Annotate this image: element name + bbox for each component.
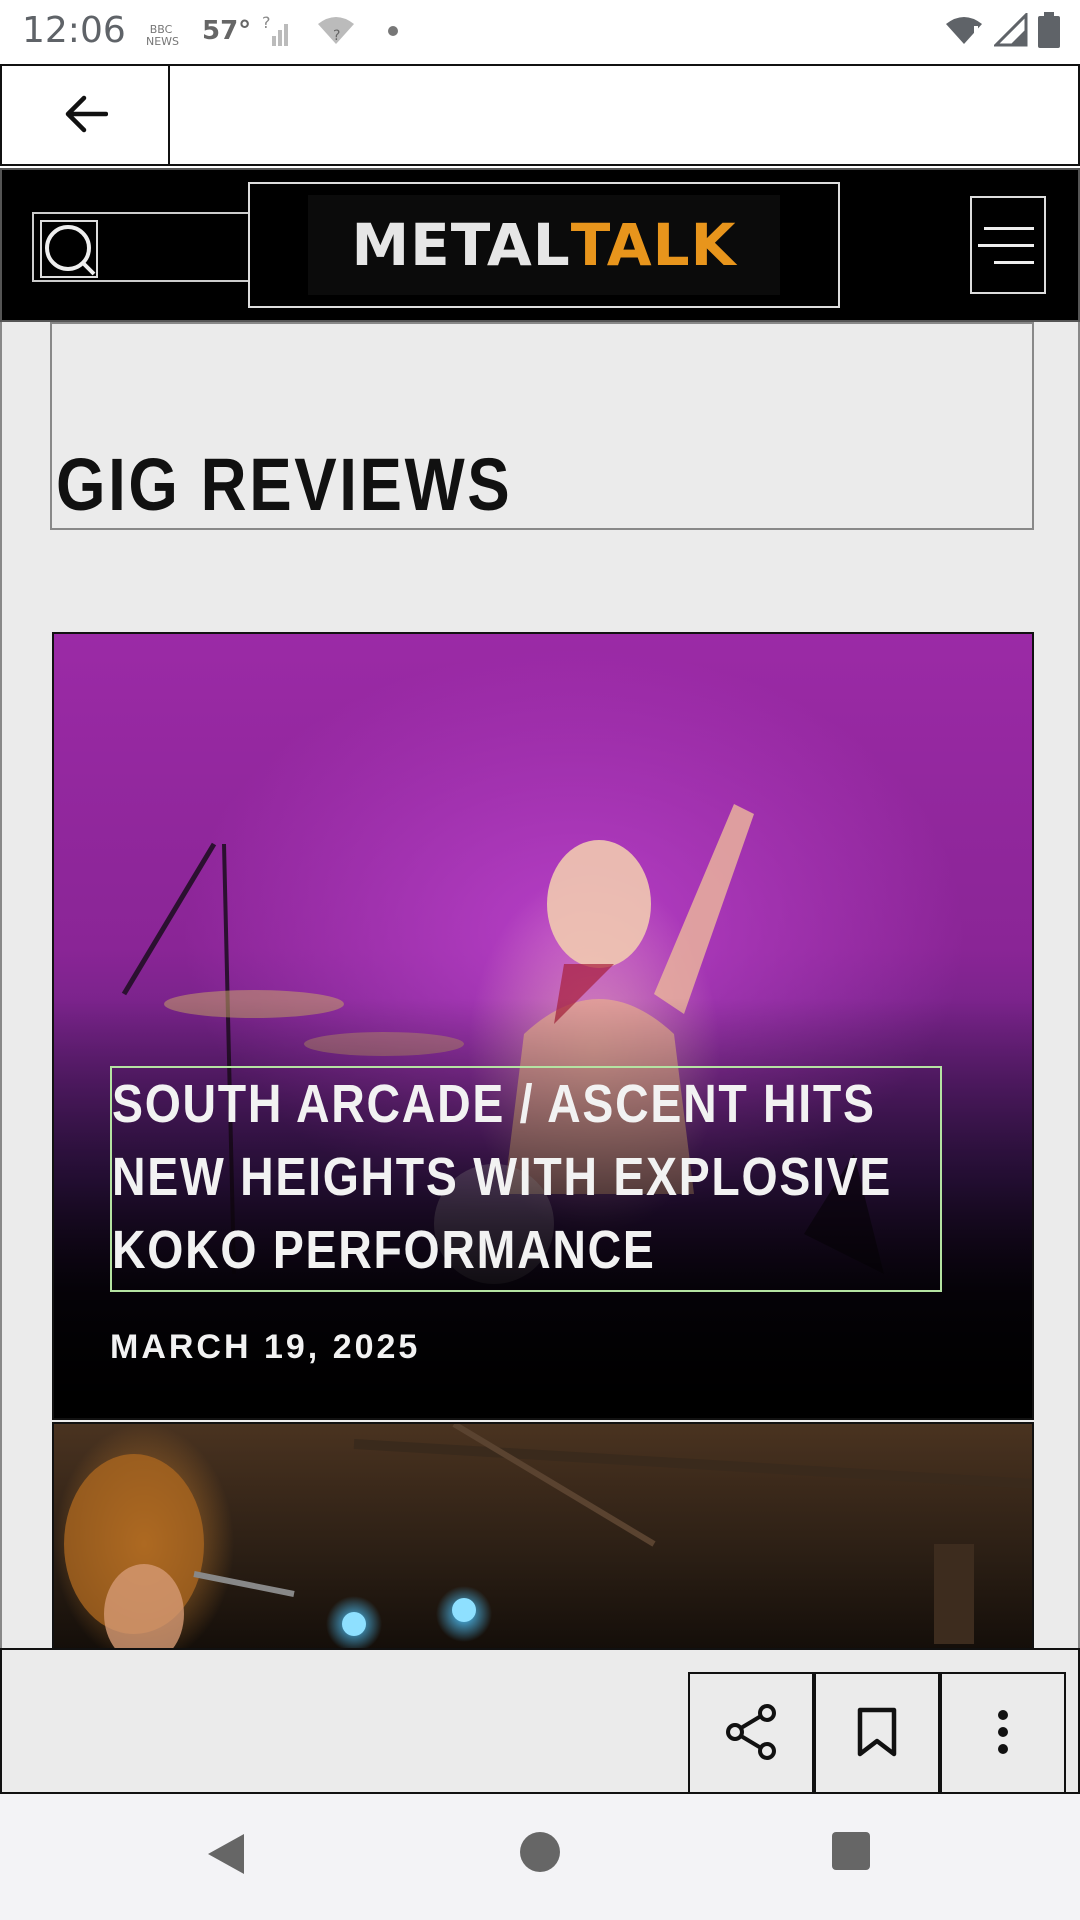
page-title: GIG REVIEWS: [56, 443, 513, 526]
svg-text:?: ?: [333, 28, 340, 44]
hamburger-menu-icon: [984, 226, 1034, 230]
cell-signal-icon: [992, 11, 1028, 51]
browser-top-bar: [0, 64, 1080, 166]
menu-button[interactable]: [970, 196, 1046, 294]
bookmark-icon: [857, 1707, 897, 1761]
status-right-icons: [944, 11, 1060, 52]
article-headline[interactable]: SOUTH ARCADE / ASCENT HITS NEW HEIGHTS W…: [110, 1066, 942, 1292]
share-icon: [725, 1704, 777, 1764]
temperature-label: 57°: [202, 16, 252, 46]
nav-back-icon[interactable]: [206, 1832, 246, 1880]
status-time: 12:06: [22, 10, 126, 51]
article-headline-text: SOUTH ARCADE / ASCENT HITS NEW HEIGHTS W…: [112, 1074, 893, 1280]
article-date: MARCH 19, 2025: [110, 1328, 421, 1366]
status-bar: 12:06 BBC NEWS 57° ? ?: [0, 0, 1080, 64]
back-button[interactable]: [2, 66, 170, 166]
nav-home-icon[interactable]: [520, 1832, 560, 1872]
more-vertical-icon: [997, 1710, 1009, 1758]
hamburger-line: [978, 243, 1034, 247]
more-options-button[interactable]: [940, 1672, 1066, 1796]
bbc-news-icon: BBC NEWS: [146, 23, 180, 48]
concert-photo: [64, 1424, 1032, 1650]
notification-dot: [388, 26, 398, 36]
wifi-unknown-icon: ?: [316, 14, 356, 52]
site-logo-link[interactable]: METAL TALK: [248, 182, 840, 308]
battery-icon: [1038, 12, 1060, 52]
logo-text-metal: METAL: [351, 211, 571, 279]
logo-text-talk: TALK: [570, 211, 737, 279]
article-card[interactable]: SOUTH ARCADE / ASCENT HITS NEW HEIGHTS W…: [52, 632, 1034, 1420]
bookmark-button[interactable]: [814, 1672, 940, 1796]
wifi-alert-icon: [944, 14, 984, 50]
bottom-toolbar: [0, 1648, 1080, 1796]
page-content: GIG REVIEWS SOUTH ARCADE / ASCENT HITS N…: [0, 322, 1080, 1652]
hamburger-line: [994, 260, 1034, 264]
nav-recents-icon[interactable]: [832, 1832, 870, 1870]
arrow-left-icon: [62, 94, 109, 138]
article-card[interactable]: [52, 1422, 1034, 1652]
site-header: METAL TALK: [0, 168, 1080, 322]
search-button[interactable]: [32, 212, 250, 282]
search-icon: [40, 220, 98, 278]
share-button[interactable]: [688, 1672, 814, 1796]
svg-text:?: ?: [262, 14, 271, 32]
section-heading-box: GIG REVIEWS: [50, 322, 1034, 530]
system-nav-bar: [0, 1794, 1080, 1920]
signal-off-icon: ?: [262, 13, 294, 54]
site-logo: METAL TALK: [308, 195, 780, 295]
